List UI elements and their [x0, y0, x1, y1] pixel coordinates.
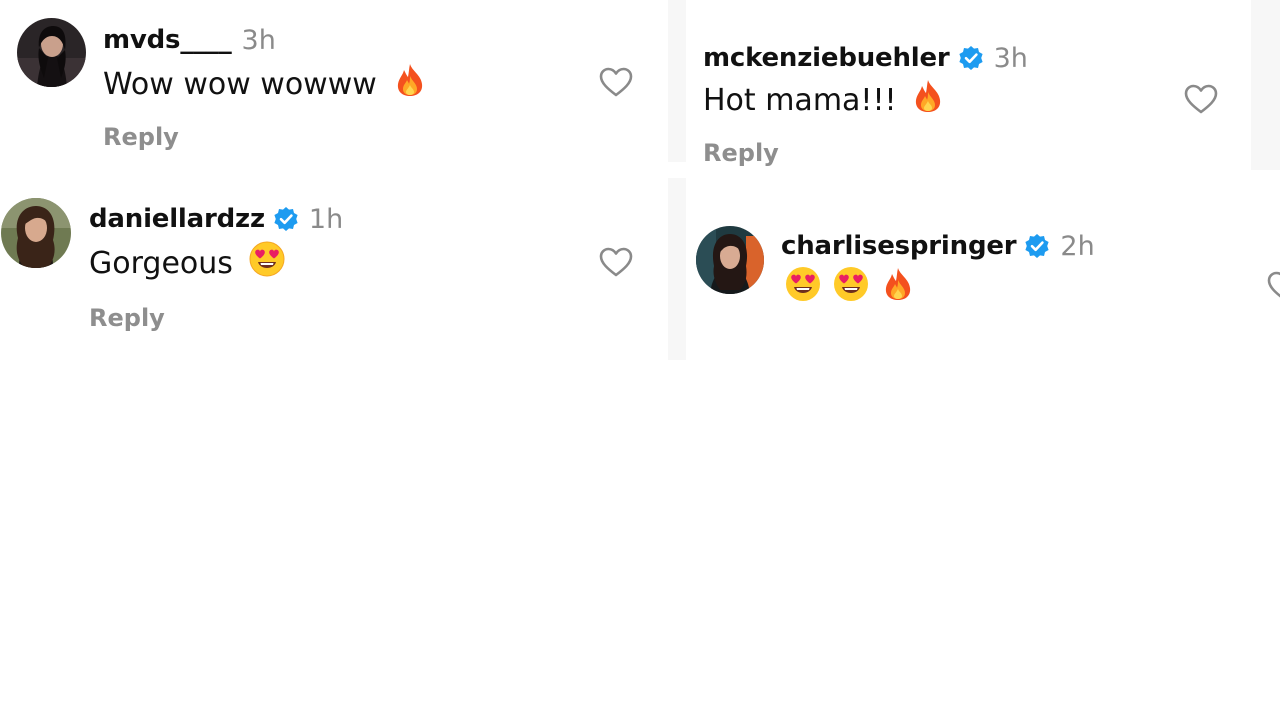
reply-button[interactable]: Reply	[103, 123, 179, 151]
heart-eyes-emoji-icon	[833, 266, 869, 310]
avatar[interactable]	[1, 198, 71, 268]
comment-charlisespringer: charlisespringer 2h	[686, 202, 1280, 332]
username[interactable]: mvds____	[103, 25, 232, 55]
fire-icon	[913, 79, 943, 121]
like-heart-icon[interactable]	[1266, 270, 1280, 302]
avatar[interactable]	[17, 18, 86, 87]
divider	[668, 0, 686, 162]
heart-eyes-emoji-icon	[249, 241, 285, 285]
like-heart-icon[interactable]	[1183, 83, 1219, 115]
reply-button[interactable]: Reply	[703, 139, 779, 167]
comment-text: Gorgeous	[89, 245, 233, 281]
timestamp: 2h	[1060, 230, 1095, 262]
comment-mvds: mvds____ 3h Wow wow wowww Reply	[0, 0, 668, 165]
comment-daniellardzz: daniellardzz 1h Gorgeous Reply	[0, 178, 668, 338]
heart-eyes-emoji-icon	[785, 266, 821, 310]
divider	[668, 162, 686, 178]
timestamp: 3h	[993, 42, 1028, 74]
like-heart-icon[interactable]	[598, 246, 634, 278]
comments-collage: mvds____ 3h Wow wow wowww Reply daniella…	[0, 0, 1280, 720]
divider	[1251, 0, 1280, 170]
comment-text: Wow wow wowww	[103, 66, 377, 102]
fire-icon	[883, 267, 913, 309]
comment-mckenziebuehler: mckenziebuehler 3h Hot mama!!! Reply	[686, 0, 1251, 170]
verified-badge-icon	[1024, 233, 1050, 259]
verified-badge-icon	[958, 45, 984, 71]
username[interactable]: charlisespringer	[781, 231, 1017, 261]
like-heart-icon[interactable]	[598, 66, 634, 98]
comment-text: Hot mama!!!	[703, 82, 897, 118]
divider	[668, 178, 686, 360]
reply-button[interactable]: Reply	[89, 304, 165, 332]
timestamp: 1h	[308, 203, 344, 235]
avatar[interactable]	[696, 226, 764, 294]
username[interactable]: mckenziebuehler	[703, 43, 950, 73]
username[interactable]: daniellardzz	[89, 204, 265, 234]
timestamp: 3h	[241, 24, 276, 56]
fire-icon	[395, 63, 425, 105]
verified-badge-icon	[273, 206, 299, 232]
